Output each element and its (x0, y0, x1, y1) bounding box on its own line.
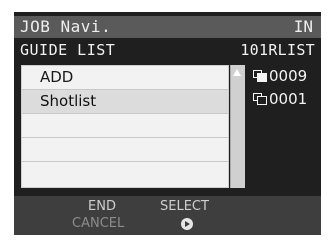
title-bar: JOB Navi. IN (14, 16, 321, 38)
scroll-up-arrow-icon[interactable] (233, 69, 241, 76)
screen-title: JOB Navi. (20, 17, 112, 36)
list-item[interactable] (22, 114, 228, 138)
list-item-label: ADD (40, 68, 74, 86)
list-item[interactable] (22, 162, 228, 186)
guide-list-heading: GUIDE LIST (20, 41, 116, 59)
list-item-label: Shotlist (40, 92, 97, 110)
current-count-value: 0001 (269, 90, 308, 108)
mode-indicator: IN (293, 17, 313, 36)
button-guide-footer: END SELECT CANCEL (14, 196, 321, 235)
total-count: 0009 (253, 67, 307, 85)
list-item[interactable]: ADD (22, 66, 228, 90)
list-item[interactable] (22, 138, 228, 162)
folder-name: 101RLIST (240, 41, 315, 59)
list-scrollbar[interactable] (230, 65, 245, 188)
list-item-selected[interactable]: Shotlist (22, 90, 228, 114)
total-count-value: 0009 (269, 67, 308, 85)
end-label[interactable]: END (88, 199, 116, 214)
ok-arrow-icon[interactable] (181, 218, 193, 230)
guide-list: ADD Shotlist (21, 65, 229, 188)
stacked-frames-outline-icon (253, 93, 267, 105)
cancel-label[interactable]: CANCEL (72, 216, 124, 231)
current-count: 0001 (253, 90, 307, 108)
stacked-frames-filled-icon (253, 70, 267, 82)
select-label[interactable]: SELECT (160, 199, 209, 214)
camera-screen: JOB Navi. IN GUIDE LIST 101RLIST ADD Sho… (14, 12, 321, 235)
